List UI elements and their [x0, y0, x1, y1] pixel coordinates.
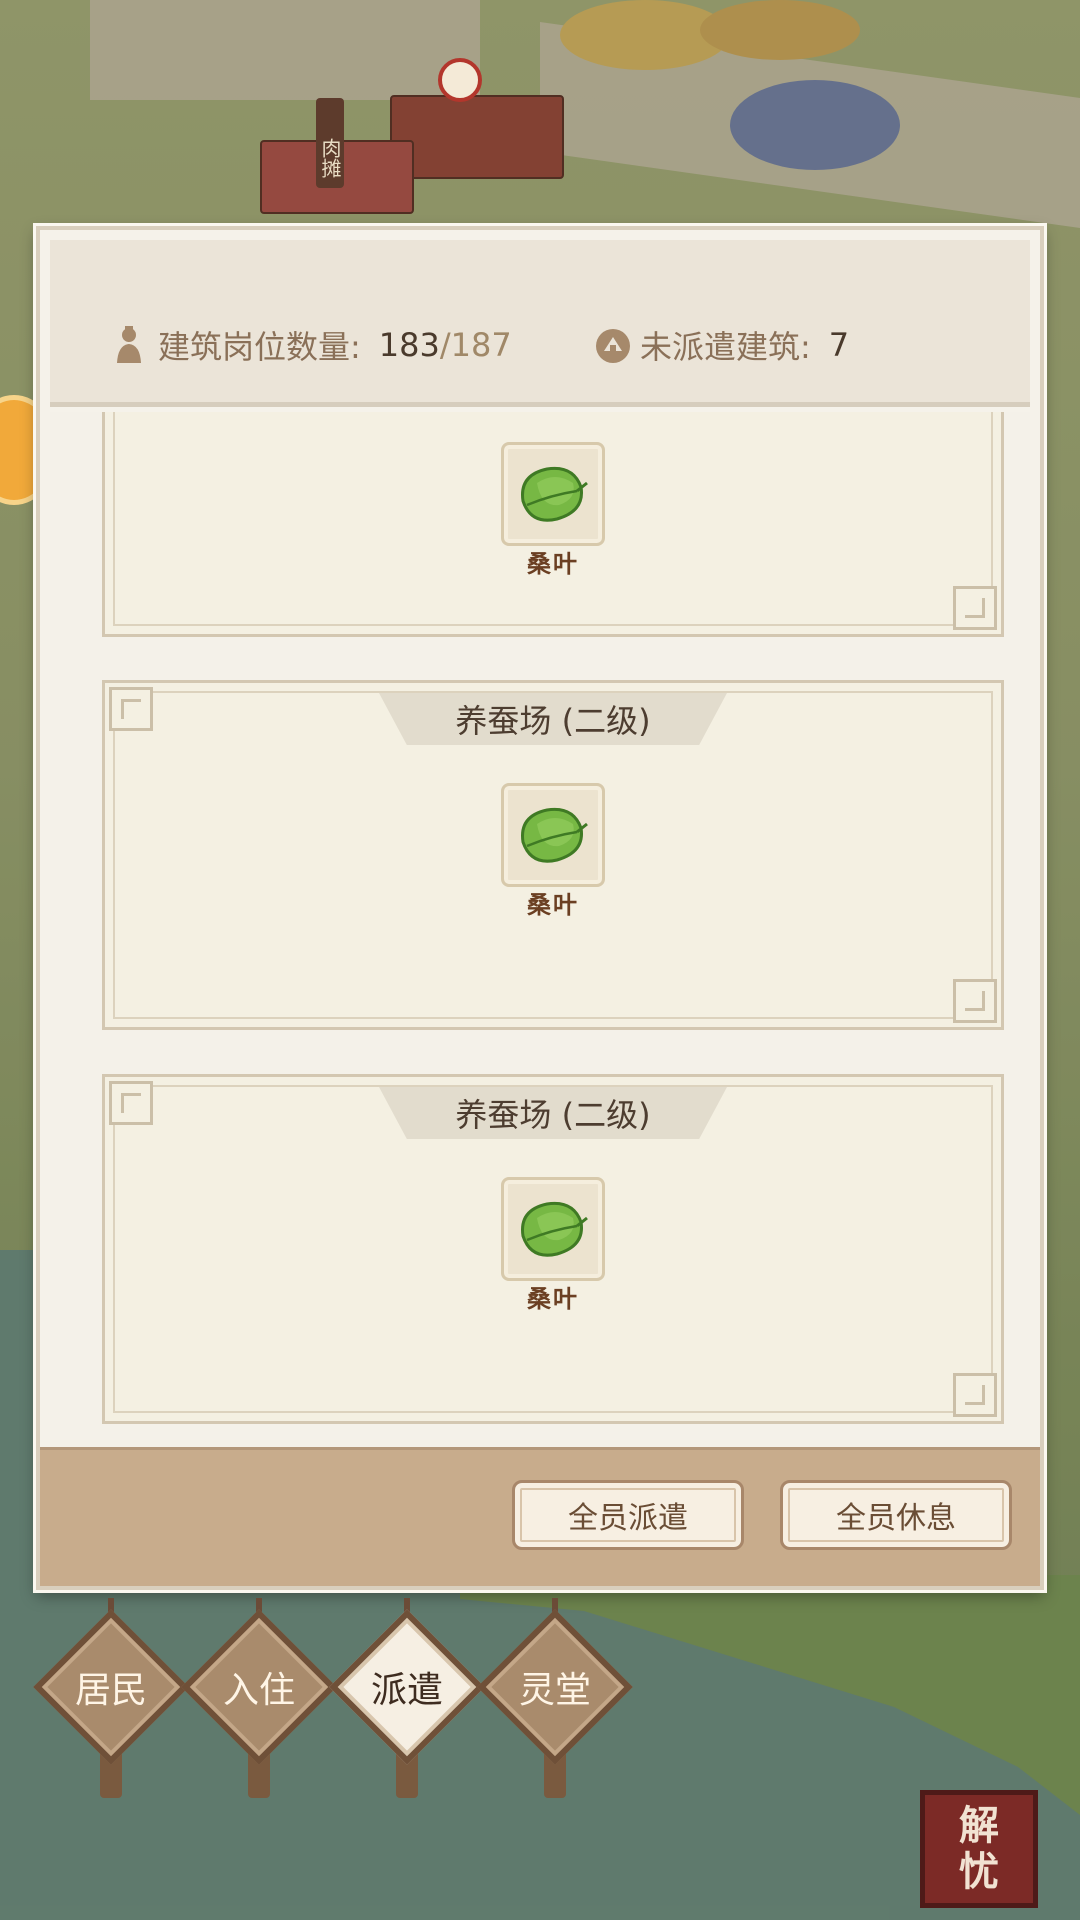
- card-corner-ornament: [953, 979, 997, 1023]
- unassigned-label: 未派遣建筑:: [640, 328, 811, 366]
- building-card: 桑叶: [102, 412, 1004, 637]
- mulberry-leaf-icon: [501, 442, 605, 546]
- card-corner-ornament: [109, 1081, 153, 1125]
- tab-dispatch[interactable]: 派遣: [329, 1598, 485, 1798]
- tab-label: 派遣: [370, 1670, 443, 1711]
- dispatch-dialog: 建筑岗位数量: 183/187 未派遣建筑: 7 桑叶 养蚕场 (二级) 桑叶 …: [36, 226, 1044, 1590]
- unassigned-stat: 未派遣建筑: 7: [594, 320, 849, 370]
- card-corner-ornament: [953, 586, 997, 630]
- rest-all-button[interactable]: 全员休息: [780, 1480, 1012, 1550]
- stall-sign: 肉摊: [316, 98, 344, 188]
- seal-char-1: 解: [959, 1803, 999, 1849]
- tab-label: 入住: [222, 1670, 295, 1711]
- no-entry-icon: [438, 58, 482, 102]
- resource-label: 桑叶: [527, 1285, 579, 1313]
- mulberry-leaf-icon: [501, 1177, 605, 1281]
- tab-memorial-hall[interactable]: 灵堂: [477, 1598, 633, 1798]
- tab-move-in[interactable]: 入住: [181, 1598, 337, 1798]
- job-count-stat: 建筑岗位数量: 183/187: [112, 320, 512, 370]
- card-corner-ornament: [953, 1373, 997, 1417]
- building-card: 养蚕场 (二级) 桑叶: [102, 680, 1004, 1030]
- unassigned-count: 7: [828, 326, 850, 364]
- job-count-current: 183: [378, 326, 440, 364]
- resource-label: 桑叶: [527, 550, 579, 578]
- building-title: 养蚕场 (二级): [379, 693, 727, 745]
- building-list[interactable]: 桑叶 养蚕场 (二级) 桑叶 养蚕场 (二级) 桑叶: [50, 412, 1030, 1448]
- job-count-max: /187: [439, 326, 512, 364]
- mulberry-leaf-icon: [501, 783, 605, 887]
- resource-item[interactable]: 桑叶: [498, 1177, 608, 1314]
- jieyou-seal-button[interactable]: 解 忧: [920, 1790, 1038, 1908]
- resource-item[interactable]: 桑叶: [498, 783, 608, 920]
- dispatch-all-button[interactable]: 全员派遣: [512, 1480, 744, 1550]
- worker-icon: [112, 325, 146, 365]
- building-title: 养蚕场 (二级): [379, 1087, 727, 1139]
- card-corner-ornament: [109, 687, 153, 731]
- building-badge-icon: [594, 325, 630, 365]
- dialog-footer: 全员派遣 全员休息: [40, 1447, 1040, 1586]
- seal-char-2: 忧: [959, 1849, 999, 1895]
- tab-label: 灵堂: [518, 1670, 591, 1711]
- tab-residents[interactable]: 居民: [33, 1598, 189, 1798]
- resource-item[interactable]: 桑叶: [498, 442, 608, 579]
- building-card: 养蚕场 (二级) 桑叶: [102, 1074, 1004, 1424]
- dialog-header: 建筑岗位数量: 183/187 未派遣建筑: 7: [50, 240, 1030, 407]
- resource-label: 桑叶: [527, 891, 579, 919]
- job-count-label: 建筑岗位数量:: [158, 328, 361, 366]
- tab-label: 居民: [74, 1670, 147, 1711]
